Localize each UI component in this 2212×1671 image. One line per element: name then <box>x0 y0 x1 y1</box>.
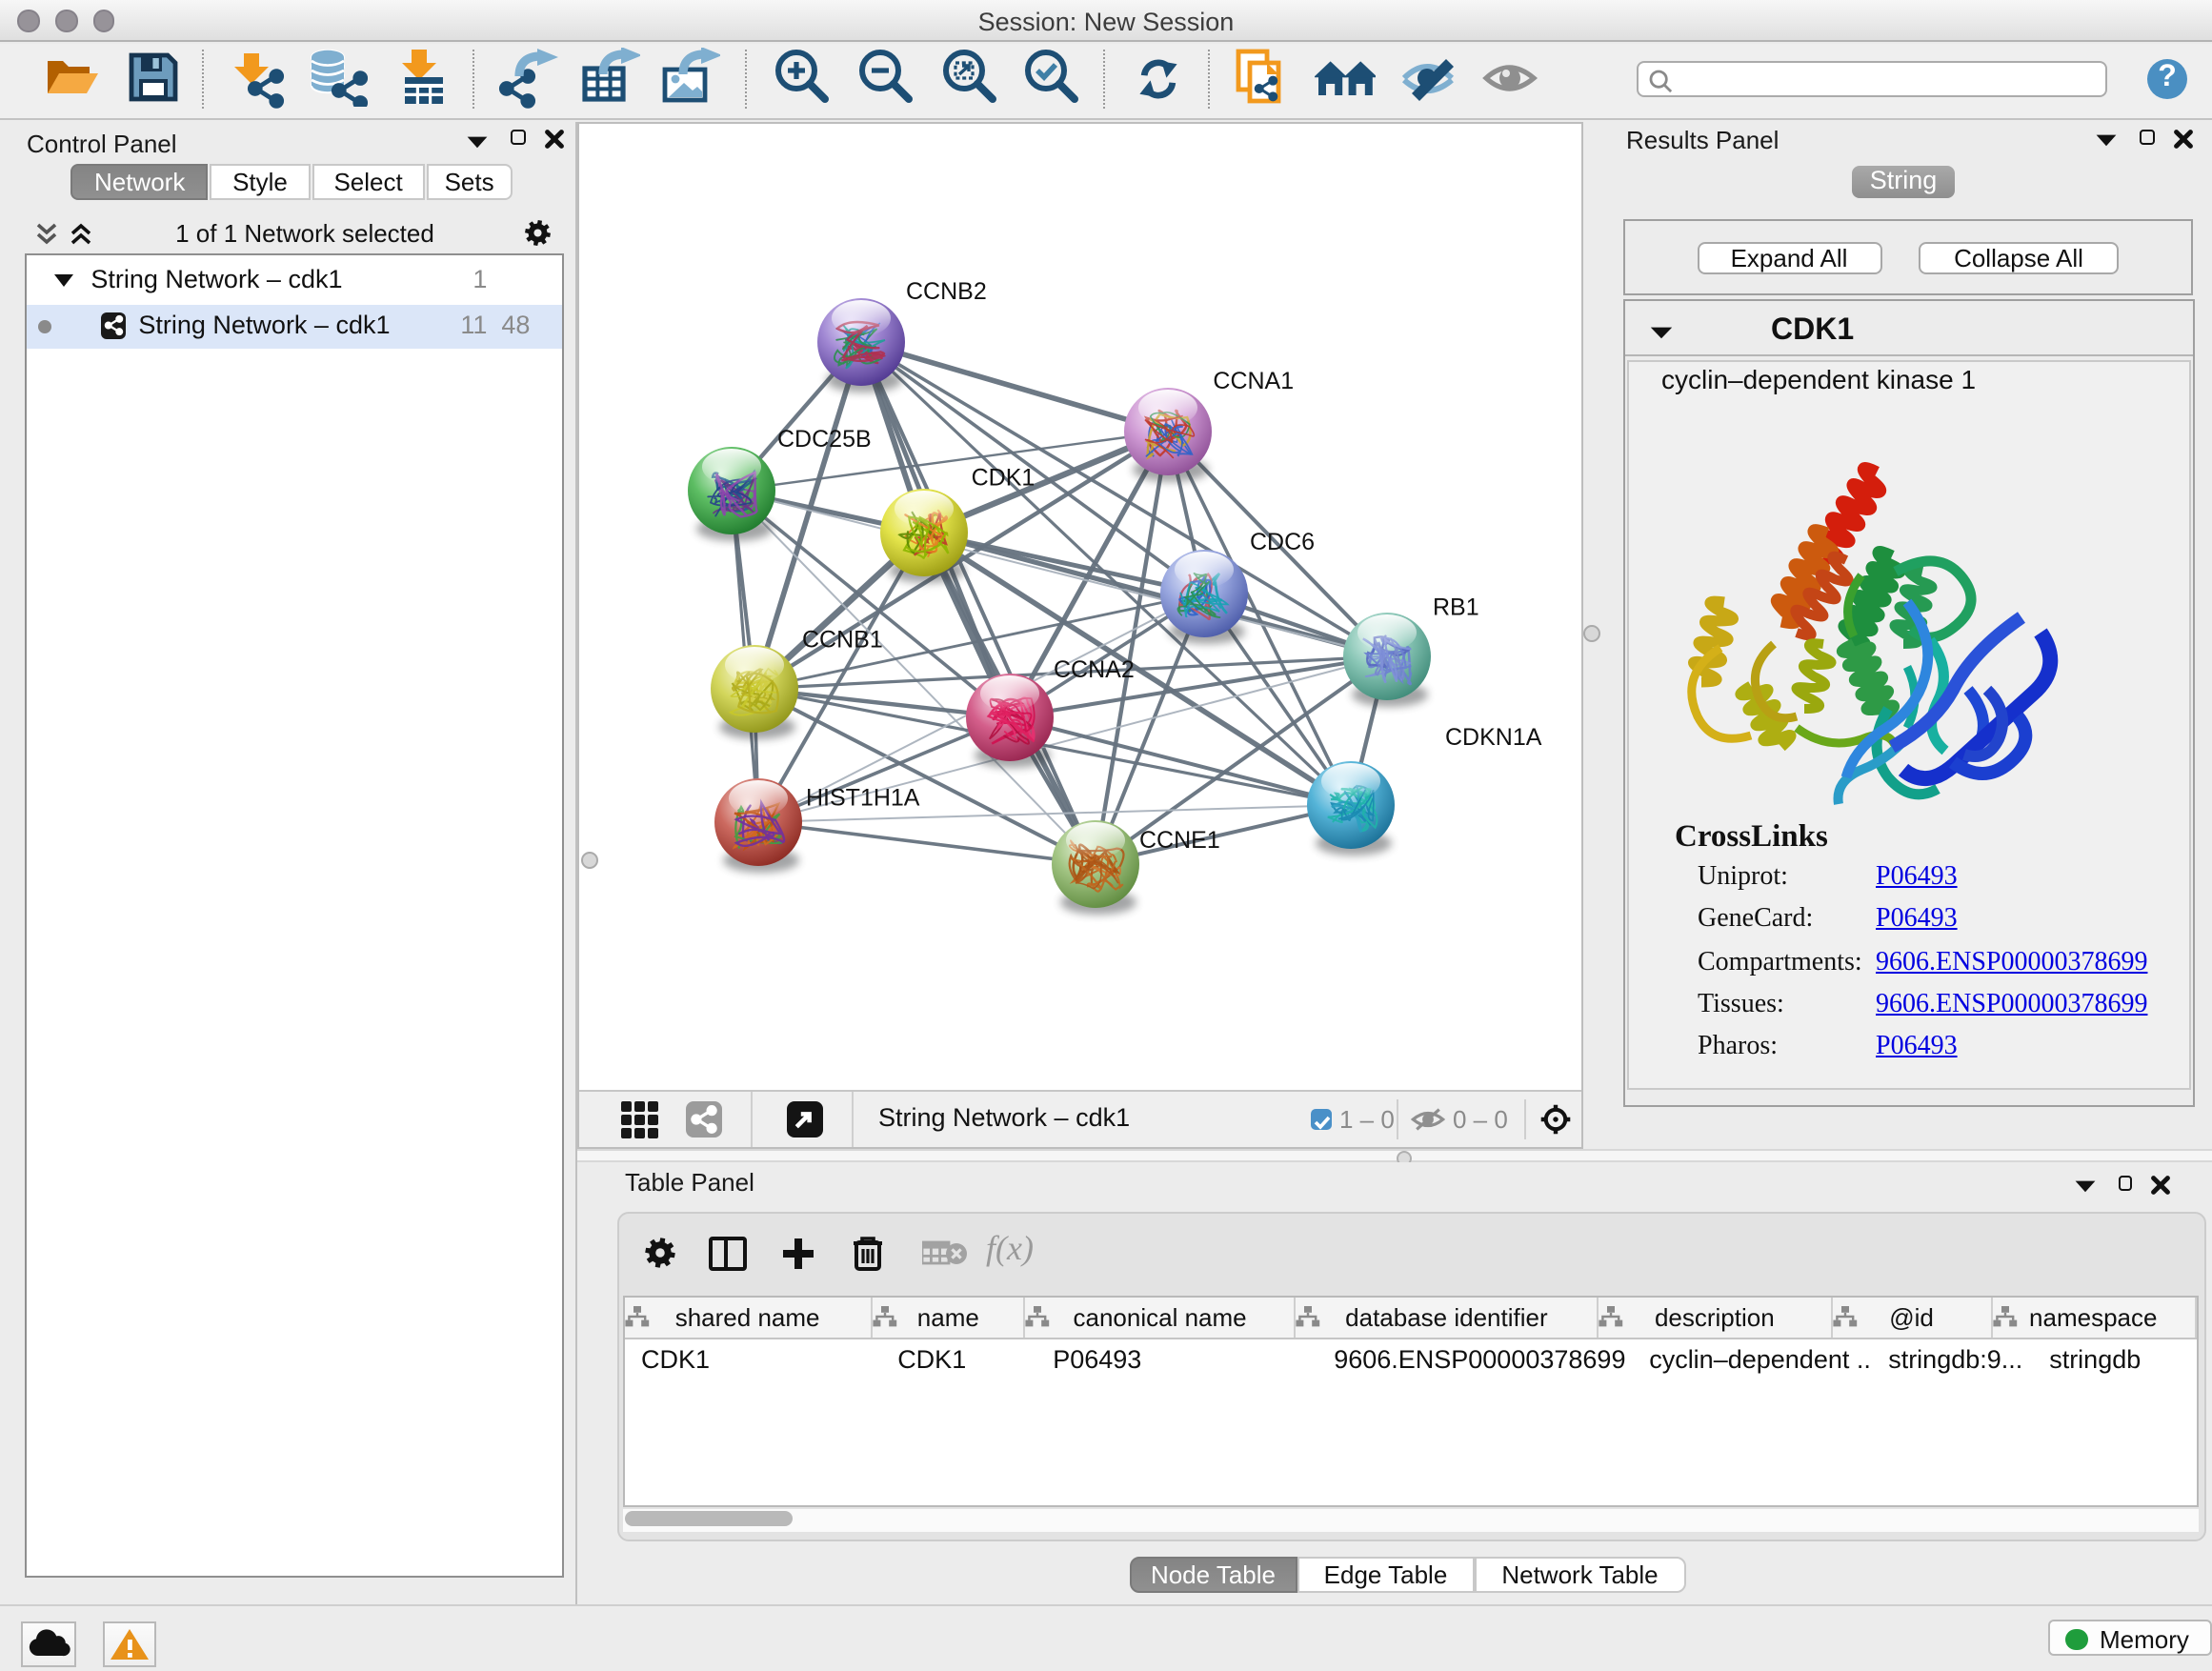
svg-text:CCNA1: CCNA1 <box>1213 367 1294 393</box>
svg-text:CCNB1: CCNB1 <box>802 626 883 653</box>
svg-text:CDK1: CDK1 <box>972 464 1036 491</box>
svg-text:CDC25B: CDC25B <box>777 425 872 452</box>
svg-text:HIST1H1A: HIST1H1A <box>806 783 920 810</box>
svg-text:CCNE1: CCNE1 <box>1139 826 1220 853</box>
svg-text:CCNB2: CCNB2 <box>906 277 987 304</box>
svg-text:CDKN1A: CDKN1A <box>1445 723 1542 750</box>
svg-text:CDC6: CDC6 <box>1250 528 1315 554</box>
svg-text:RB1: RB1 <box>1433 593 1479 619</box>
svg-text:CCNA2: CCNA2 <box>1054 655 1135 682</box>
